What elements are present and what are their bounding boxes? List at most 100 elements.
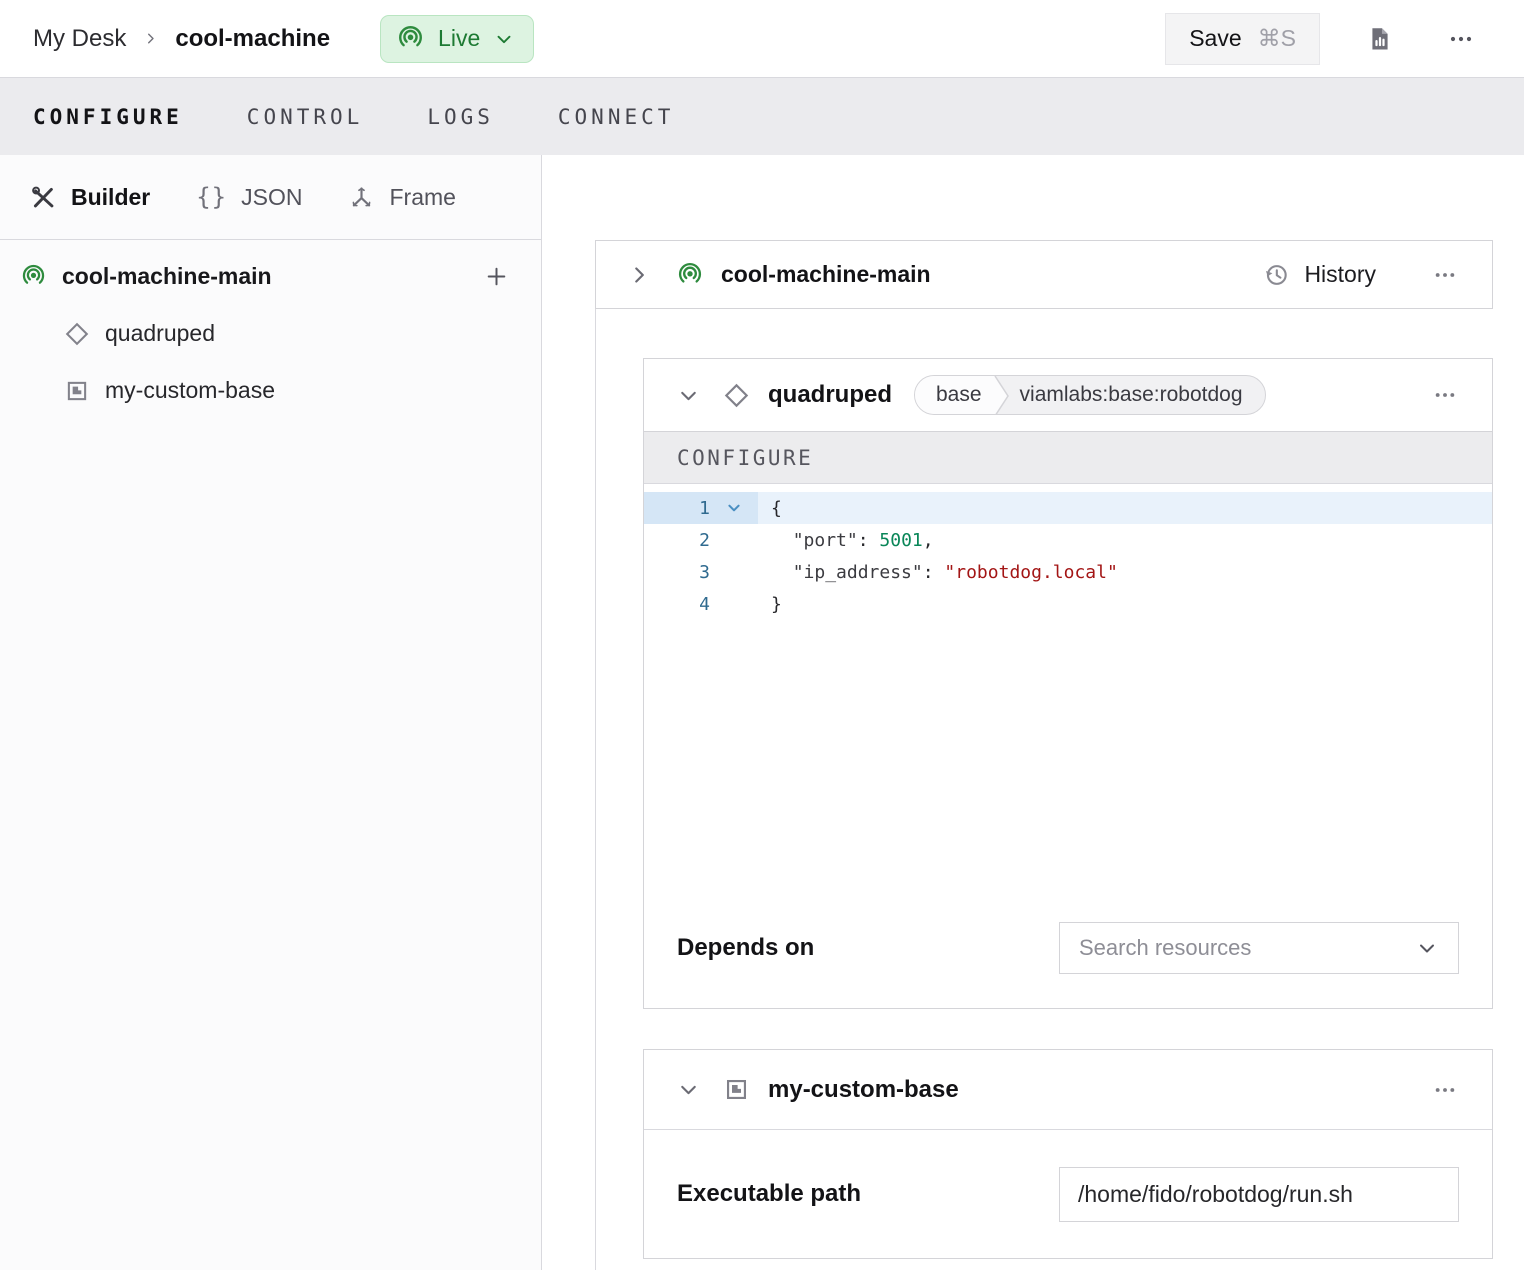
module-menu-button[interactable] <box>1426 1075 1464 1105</box>
badge-separator-icon <box>988 376 1012 415</box>
executable-path-input[interactable] <box>1059 1167 1459 1222</box>
view-json-label: JSON <box>241 184 302 211</box>
breadcrumb-parent-link[interactable]: My Desk <box>33 25 126 53</box>
editor-gutter: 1 <box>644 492 758 524</box>
component-card-quadruped: quadruped base viamlabs:base:robotdog <box>643 358 1493 1009</box>
component-type-badge: base viamlabs:base:robotdog <box>914 375 1266 415</box>
line-number: 4 <box>644 594 710 615</box>
machine-status-dropdown[interactable]: Live <box>380 15 534 63</box>
editor-gutter: 2 <box>644 524 758 556</box>
code-line[interactable]: 2 "port": 5001, <box>644 524 1492 556</box>
fold-chevron-icon[interactable] <box>710 497 758 519</box>
breadcrumb-separator-icon <box>142 30 159 47</box>
breadcrumb: My Desk cool-machine <box>33 25 330 53</box>
breadcrumb-current: cool-machine <box>175 25 330 53</box>
view-builder-label: Builder <box>71 184 150 211</box>
add-resource-button[interactable] <box>482 262 511 291</box>
configure-section-label: CONFIGURE <box>677 446 813 470</box>
diamond-icon <box>723 382 750 409</box>
line-number: 2 <box>644 530 710 551</box>
code-text: "ip_address": "robotdog.local" <box>758 562 1118 583</box>
tab-logs[interactable]: LOGS <box>427 105 494 129</box>
part-card-title: cool-machine-main <box>721 261 931 288</box>
machine-status-label: Live <box>438 25 480 52</box>
history-clock-icon <box>1262 261 1290 289</box>
tab-connect[interactable]: CONNECT <box>558 105 675 129</box>
ellipsis-icon <box>1430 1079 1460 1101</box>
line-number: 1 <box>644 498 710 519</box>
chevron-down-icon <box>1415 936 1439 960</box>
module-card-body: Executable path <box>644 1130 1492 1258</box>
tree-item-machine-part[interactable]: cool-machine-main <box>0 248 541 305</box>
resource-tree: cool-machine-main quadruped my-custom-ba… <box>0 240 541 419</box>
code-text: "port": 5001, <box>758 530 934 551</box>
depends-on-placeholder: Search resources <box>1079 935 1251 961</box>
chevron-down-icon <box>493 28 515 50</box>
history-button[interactable]: History <box>1256 260 1382 290</box>
diamond-icon <box>64 321 90 347</box>
component-title: quadruped <box>768 381 892 409</box>
editor-gutter: 3 <box>644 556 758 588</box>
braces-icon: {} <box>196 183 227 211</box>
badge-type: base <box>915 376 988 414</box>
depends-on-label: Depends on <box>677 934 814 962</box>
app-header: My Desk cool-machine Live Save ⌘S <box>0 0 1524 78</box>
broadcast-icon <box>676 261 704 289</box>
collapse-chevron-down-icon[interactable] <box>676 383 701 408</box>
line-number: 3 <box>644 562 710 583</box>
plus-icon <box>484 264 509 289</box>
history-label: History <box>1304 261 1376 288</box>
module-icon <box>723 1076 750 1103</box>
config-main: cool-machine-main History <box>542 155 1524 1270</box>
module-card-my-custom-base: my-custom-base Executable path <box>643 1049 1493 1259</box>
editor-gutter: 4 <box>644 588 758 620</box>
content: Builder {} JSON Frame cool-machine-main <box>0 155 1524 1270</box>
tree-item-label: cool-machine-main <box>62 263 272 290</box>
view-frame-label: Frame <box>389 184 455 211</box>
broadcast-icon <box>396 24 425 53</box>
machine-part-card: cool-machine-main History <box>595 240 1493 309</box>
tree-item-module[interactable]: my-custom-base <box>0 362 541 419</box>
code-text: } <box>758 594 782 615</box>
frame-axes-icon <box>348 184 375 211</box>
machine-tab-bar: CONFIGURE CONTROL LOGS CONNECT <box>0 78 1524 155</box>
ellipsis-icon <box>1430 264 1460 286</box>
header-overflow-menu-button[interactable] <box>1440 23 1482 55</box>
component-card-header: quadruped base viamlabs:base:robotdog <box>644 359 1492 431</box>
view-json[interactable]: {} JSON <box>196 183 302 211</box>
expand-chevron-right-icon[interactable] <box>626 262 652 288</box>
machine-metrics-button[interactable] <box>1362 21 1398 57</box>
ellipsis-icon <box>1430 384 1460 406</box>
module-title: my-custom-base <box>768 1076 959 1104</box>
config-sidebar: Builder {} JSON Frame cool-machine-main <box>0 155 542 1270</box>
collapse-chevron-down-icon[interactable] <box>676 1077 701 1102</box>
code-line[interactable]: 3 "ip_address": "robotdog.local" <box>644 556 1492 588</box>
component-menu-button[interactable] <box>1426 380 1464 410</box>
code-editor[interactable]: 1{2 "port": 5001,3 "ip_address": "robotd… <box>644 484 1492 914</box>
tree-item-label: my-custom-base <box>105 377 275 404</box>
broadcast-icon <box>20 263 47 290</box>
module-card-header: my-custom-base <box>644 1050 1492 1130</box>
configure-section-header: CONFIGURE <box>644 431 1492 484</box>
code-line[interactable]: 1{ <box>644 492 1492 524</box>
depends-on-select[interactable]: Search resources <box>1059 922 1459 974</box>
view-builder[interactable]: Builder <box>30 184 150 211</box>
ellipsis-icon <box>1444 27 1478 51</box>
config-view-switcher: Builder {} JSON Frame <box>0 155 541 240</box>
save-button[interactable]: Save ⌘S <box>1165 13 1320 65</box>
executable-path-label: Executable path <box>677 1180 861 1208</box>
code-line[interactable]: 4} <box>644 588 1492 620</box>
code-text: { <box>758 498 782 519</box>
tree-item-component[interactable]: quadruped <box>0 305 541 362</box>
tree-connector-line <box>595 309 596 1270</box>
tools-icon <box>30 184 57 211</box>
badge-model: viamlabs:base:robotdog <box>1012 376 1265 414</box>
part-card-menu-button[interactable] <box>1426 260 1464 290</box>
view-frame[interactable]: Frame <box>348 184 455 211</box>
file-chart-icon <box>1366 25 1394 53</box>
save-label: Save <box>1189 25 1241 52</box>
module-icon <box>64 378 90 404</box>
tree-item-label: quadruped <box>105 320 215 347</box>
tab-configure[interactable]: CONFIGURE <box>33 105 183 129</box>
tab-control[interactable]: CONTROL <box>247 105 364 129</box>
